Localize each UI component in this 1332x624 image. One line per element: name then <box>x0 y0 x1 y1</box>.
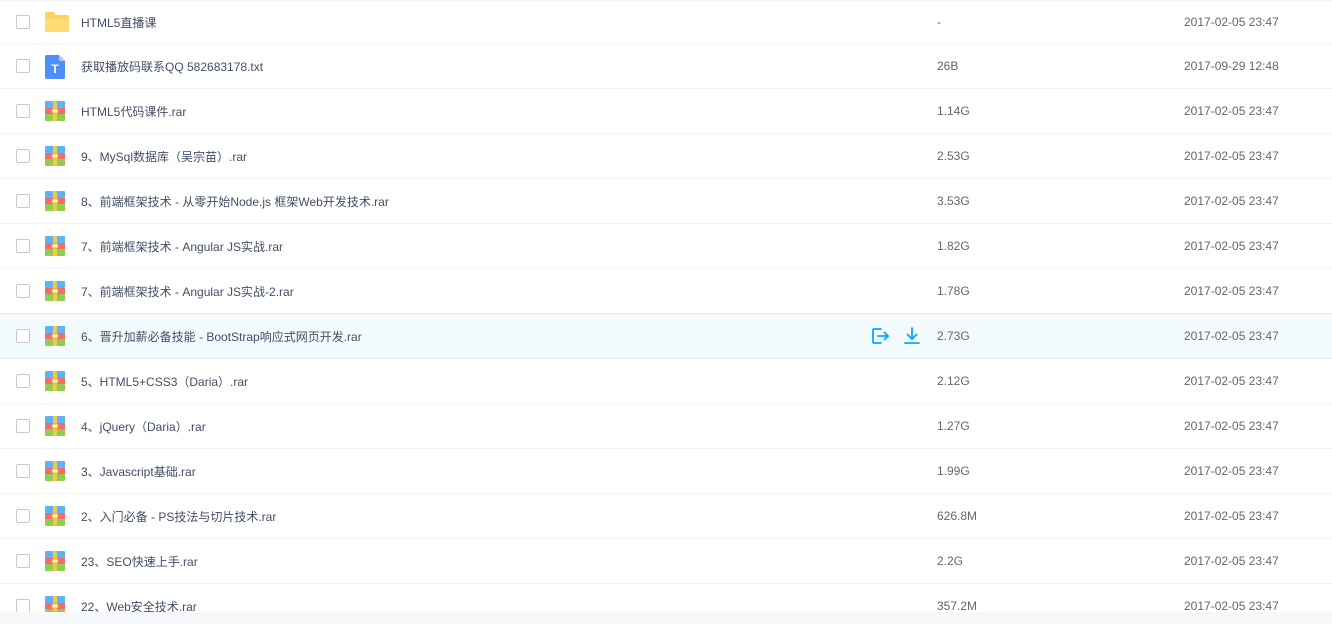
file-list: HTML5直播课 - 2017-02-05 23:47 T 获取播放码联系QQ … <box>0 0 1332 612</box>
row-checkbox[interactable] <box>16 554 30 568</box>
file-size: 26B <box>937 59 959 73</box>
file-size: 3.53G <box>937 194 970 208</box>
file-name[interactable]: HTML5代码课件.rar <box>81 89 186 133</box>
file-name[interactable]: 9、MySql数据库（吴宗苗）.rar <box>81 134 247 178</box>
archive-icon <box>44 100 66 122</box>
svg-text:T: T <box>51 62 59 76</box>
file-row[interactable]: T 获取播放码联系QQ 582683178.txt 26B 2017-09-29… <box>0 44 1332 89</box>
row-checkbox[interactable] <box>16 59 30 73</box>
file-row[interactable]: 22、Web安全技术.rar 357.2M 2017-02-05 23:47 <box>0 584 1332 612</box>
file-size: 1.27G <box>937 419 970 433</box>
row-checkbox[interactable] <box>16 599 30 612</box>
file-name[interactable]: 8、前端框架技术 - 从零开始Node.js 框架Web开发技术.rar <box>81 179 389 223</box>
row-checkbox[interactable] <box>16 194 30 208</box>
file-size: 1.78G <box>937 284 970 298</box>
row-checkbox[interactable] <box>16 419 30 433</box>
archive-icon <box>44 550 66 572</box>
file-row[interactable]: 9、MySql数据库（吴宗苗）.rar 2.53G 2017-02-05 23:… <box>0 134 1332 179</box>
file-name[interactable]: 6、晋升加薪必备技能 - BootStrap响应式网页开发.rar <box>81 314 362 358</box>
archive-icon <box>44 190 66 212</box>
file-date: 2017-02-05 23:47 <box>1184 104 1279 118</box>
text-file-icon: T <box>44 55 66 79</box>
share-icon[interactable] <box>870 326 890 346</box>
file-date: 2017-02-05 23:47 <box>1184 194 1279 208</box>
file-size: 626.8M <box>937 509 978 523</box>
file-date: 2017-09-29 12:48 <box>1184 59 1279 73</box>
file-row[interactable]: 6、晋升加薪必备技能 - BootStrap响应式网页开发.rar 2.73G … <box>0 313 1332 359</box>
archive-icon <box>44 460 66 482</box>
archive-icon <box>44 505 66 527</box>
file-date: 2017-02-05 23:47 <box>1184 239 1279 253</box>
row-checkbox[interactable] <box>16 374 30 388</box>
file-date: 2017-02-05 23:47 <box>1184 15 1279 29</box>
file-row[interactable]: HTML5代码课件.rar 1.14G 2017-02-05 23:47 <box>0 89 1332 134</box>
file-row[interactable]: 3、Javascript基础.rar 1.99G 2017-02-05 23:4… <box>0 449 1332 494</box>
file-name[interactable]: 3、Javascript基础.rar <box>81 449 196 493</box>
file-date: 2017-02-05 23:47 <box>1184 419 1279 433</box>
file-row[interactable]: 8、前端框架技术 - 从零开始Node.js 框架Web开发技术.rar 3.5… <box>0 179 1332 224</box>
row-checkbox[interactable] <box>16 329 30 343</box>
file-date: 2017-02-05 23:47 <box>1184 509 1279 523</box>
file-size: 2.2G <box>937 554 964 568</box>
archive-icon <box>44 595 66 612</box>
file-row[interactable]: 2、入门必备 - PS技法与切片技术.rar 626.8M 2017-02-05… <box>0 494 1332 539</box>
file-date: 2017-02-05 23:47 <box>1184 554 1279 568</box>
archive-icon <box>44 415 66 437</box>
file-row[interactable]: 7、前端框架技术 - Angular JS实战-2.rar 1.78G 2017… <box>0 269 1332 314</box>
row-actions <box>870 326 922 346</box>
file-name[interactable]: 22、Web安全技术.rar <box>81 584 197 613</box>
row-checkbox[interactable] <box>16 149 30 163</box>
file-name[interactable]: 2、入门必备 - PS技法与切片技术.rar <box>81 494 276 538</box>
row-checkbox[interactable] <box>16 104 30 118</box>
file-date: 2017-02-05 23:47 <box>1184 149 1279 163</box>
file-row[interactable]: HTML5直播课 - 2017-02-05 23:47 <box>0 1 1332 44</box>
file-row[interactable]: 5、HTML5+CSS3（Daria）.rar 2.12G 2017-02-05… <box>0 359 1332 404</box>
file-name[interactable]: 5、HTML5+CSS3（Daria）.rar <box>81 359 248 403</box>
file-date: 2017-02-05 23:47 <box>1184 374 1279 388</box>
row-checkbox[interactable] <box>16 464 30 478</box>
file-date: 2017-02-05 23:47 <box>1184 464 1279 478</box>
file-size: 1.99G <box>937 464 970 478</box>
file-name[interactable]: 获取播放码联系QQ 582683178.txt <box>81 44 263 88</box>
archive-icon <box>44 145 66 167</box>
file-row[interactable]: 4、jQuery（Daria）.rar 1.27G 2017-02-05 23:… <box>0 404 1332 449</box>
file-name[interactable]: HTML5直播课 <box>81 1 156 43</box>
download-icon[interactable] <box>902 326 922 346</box>
archive-icon <box>44 235 66 257</box>
bottom-scroll-area <box>0 612 1332 624</box>
file-size: 2.12G <box>937 374 970 388</box>
file-name[interactable]: 7、前端框架技术 - Angular JS实战-2.rar <box>81 269 294 313</box>
row-checkbox[interactable] <box>16 239 30 253</box>
file-name[interactable]: 23、SEO快速上手.rar <box>81 539 198 583</box>
archive-icon <box>44 325 66 347</box>
file-size: 2.53G <box>937 149 970 163</box>
file-size: 357.2M <box>937 599 978 612</box>
archive-icon <box>44 370 66 392</box>
file-row[interactable]: 7、前端框架技术 - Angular JS实战.rar 1.82G 2017-0… <box>0 224 1332 269</box>
row-checkbox[interactable] <box>16 15 30 29</box>
file-size: 2.73G <box>937 329 970 343</box>
file-size: - <box>937 15 941 29</box>
file-name[interactable]: 4、jQuery（Daria）.rar <box>81 404 206 448</box>
file-size: 1.14G <box>937 104 970 118</box>
file-row[interactable]: 23、SEO快速上手.rar 2.2G 2017-02-05 23:47 <box>0 539 1332 584</box>
row-checkbox[interactable] <box>16 284 30 298</box>
file-date: 2017-02-05 23:47 <box>1184 284 1279 298</box>
file-name[interactable]: 7、前端框架技术 - Angular JS实战.rar <box>81 224 283 268</box>
row-checkbox[interactable] <box>16 509 30 523</box>
file-date: 2017-02-05 23:47 <box>1184 599 1279 612</box>
folder-icon <box>44 11 69 33</box>
archive-icon <box>44 280 66 302</box>
file-size: 1.82G <box>937 239 970 253</box>
file-date: 2017-02-05 23:47 <box>1184 329 1279 343</box>
